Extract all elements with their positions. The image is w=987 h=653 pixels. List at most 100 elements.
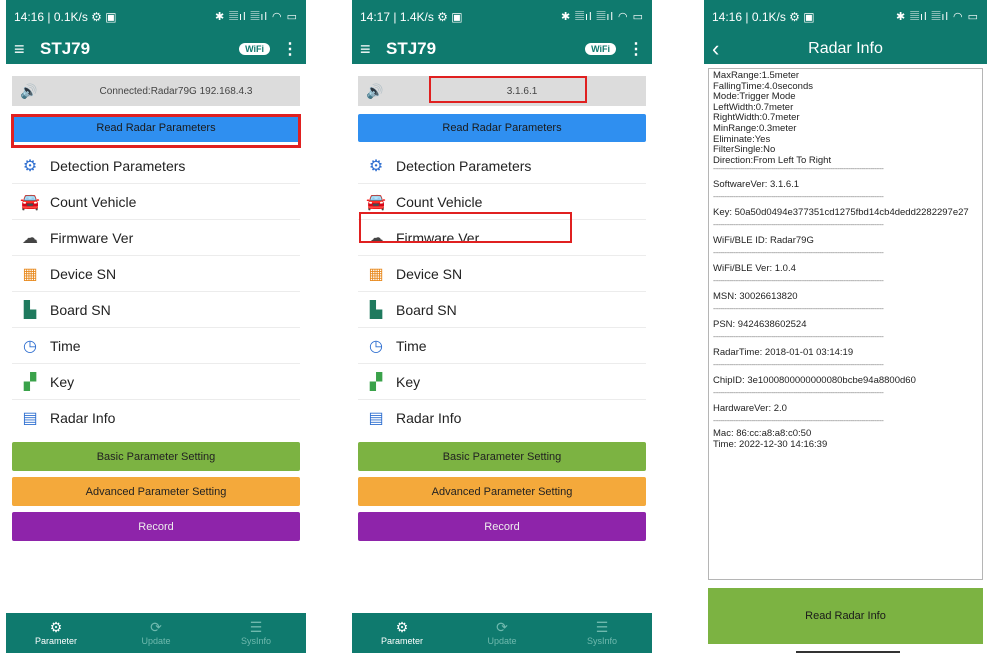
chat-icon: ▤ (368, 410, 384, 427)
connection-bar: 🔊 Connected:Radar79G 192.168.4.3 (12, 76, 300, 106)
menu-item-label: Count Vehicle (50, 193, 137, 210)
menu-item-detection-parameters[interactable]: ⚙ Detection Parameters (358, 148, 646, 184)
wifi-icon[interactable]: WiFi (239, 43, 270, 55)
status-icons: ✱ 𝄚ıl 𝄚ıl ◠ ▭ (214, 11, 298, 23)
speaker-icon[interactable]: 🔊 (20, 83, 60, 100)
parameter-menu: ⚙ Detection Parameters 🚘 Count Vehicle ☁… (358, 148, 646, 436)
status-time: 14:17 | 1.4K/s ⚙ ▣ (360, 10, 463, 24)
menu-item-label: Board SN (50, 301, 111, 318)
status-bar: 14:17 | 1.4K/s ⚙ ▣ ✱ 𝄚ıl 𝄚ıl ◠ ▭ (352, 0, 652, 34)
radar-info-textbox[interactable]: MaxRange:1.5meter FallingTime:4.0seconds… (708, 68, 983, 580)
status-icons: ✱ 𝄚ıl 𝄚ıl ◠ ▭ (560, 11, 644, 23)
menu-item-label: Key (50, 373, 75, 390)
separator: ----------------------------------------… (713, 278, 884, 286)
menu-item-label: Detection Parameters (50, 157, 186, 174)
menu-item-firmware-ver[interactable]: ☁ Firmware Ver (12, 220, 300, 256)
update-icon: ⟳ (496, 619, 508, 635)
sliders-icon: ☰ (595, 619, 609, 635)
info-line: MaxRange:1.5meter (713, 70, 800, 81)
nav-tab-label: Parameter (34, 636, 78, 646)
separator: ----------------------------------------… (713, 194, 884, 202)
separator: ----------------------------------------… (713, 390, 884, 398)
cloud-icon: ☁ (22, 229, 38, 247)
update-icon: ⟳ (150, 619, 162, 635)
menu-item-label: Detection Parameters (396, 157, 532, 174)
info-line: Key: 50a50d0494e377351cd1275fbd14cb4dedd… (713, 207, 969, 219)
basic-parameter-setting-button[interactable]: Basic Parameter Setting (358, 442, 646, 471)
wifi-icon[interactable]: WiFi (585, 43, 616, 55)
phone-screen-parameters: 14:16 | 0.1K/s ⚙ ▣ ✱ 𝄚ıl 𝄚ıl ◠ ▭ ≡ STJ79… (6, 0, 306, 653)
nav-tab-update[interactable]: ⟳ Update (452, 613, 552, 653)
separator: ----------------------------------------… (713, 222, 884, 230)
nav-tab-parameter[interactable]: ⚙ Parameter (352, 613, 452, 653)
speaker-icon[interactable]: 🔊 (366, 83, 406, 100)
menu-item-count-vehicle[interactable]: 🚘 Count Vehicle (358, 184, 646, 220)
menu-item-device-sn[interactable]: ▦ Device SN (358, 256, 646, 292)
parameter-menu: ⚙ Detection Parameters 🚘 Count Vehicle ☁… (12, 148, 300, 436)
status-bar: 14:16 | 0.1K/s ⚙ ▣ ✱ 𝄚ıl 𝄚ıl ◠ ▭ (6, 0, 306, 34)
menu-item-time[interactable]: ◷ Time (358, 328, 646, 364)
info-line: WiFi/BLE Ver: 1.0.4 (713, 263, 796, 275)
board-icon: ▙ (369, 301, 383, 319)
status-time: 14:16 | 0.1K/s ⚙ ▣ (712, 10, 815, 24)
menu-item-key[interactable]: ▞ Key (358, 364, 646, 400)
nav-tab-parameter[interactable]: ⚙ Parameter (6, 613, 106, 653)
record-button[interactable]: Record (12, 512, 300, 541)
clock-icon: ◷ (23, 337, 37, 355)
separator: ----------------------------------------… (713, 306, 884, 314)
advanced-parameter-setting-button[interactable]: Advanced Parameter Setting (358, 477, 646, 506)
gear-icon: ⚙ (368, 157, 384, 175)
more-options-icon[interactable]: ⋮ (282, 39, 298, 59)
app-bar: ‹ Radar Info (704, 34, 987, 64)
read-radar-info-button[interactable]: Read Radar Info (708, 588, 983, 644)
basic-parameter-setting-button[interactable]: Basic Parameter Setting (12, 442, 300, 471)
nav-tab-sysinfo[interactable]: ☰ SysInfo (206, 613, 306, 653)
more-options-icon[interactable]: ⋮ (628, 39, 644, 59)
menu-item-time[interactable]: ◷ Time (12, 328, 300, 364)
info-line: Direction:From Left To Right (713, 154, 832, 166)
menu-item-key[interactable]: ▞ Key (12, 364, 300, 400)
app-title: STJ79 (40, 39, 91, 58)
car-icon: 🚘 (20, 193, 40, 211)
menu-item-radar-info[interactable]: ▤ Radar Info (358, 400, 646, 436)
info-line: WiFi/BLE ID: Radar79G (713, 235, 814, 247)
menu-item-label: Time (396, 337, 427, 354)
menu-item-device-sn[interactable]: ▦ Device SN (12, 256, 300, 292)
menu-item-label: Time (50, 337, 81, 354)
chat-icon: ▤ (22, 410, 38, 427)
connection-status: Connected:Radar79G 192.168.4.3 (99, 85, 253, 97)
menu-item-firmware-ver[interactable]: ☁ Firmware Ver (358, 220, 646, 256)
nav-tab-label: Update (487, 636, 517, 646)
menu-item-label: Firmware Ver (396, 229, 480, 246)
info-line: HardwareVer: 2.0 (713, 403, 787, 415)
status-icons: ✱ 𝄚ıl 𝄚ıl ◠ ▭ (895, 11, 979, 23)
nav-tab-sysinfo[interactable]: ☰ SysInfo (552, 613, 652, 653)
nav-tab-label: SysInfo (240, 636, 271, 646)
read-radar-parameters-button[interactable]: Read Radar Parameters (358, 114, 646, 142)
bottom-navigation: ⚙ Parameter ⟳ Update ☰ SysInfo (352, 613, 652, 653)
read-radar-parameters-button[interactable]: Read Radar Parameters (12, 114, 300, 142)
firmware-version-display: 3.1.6.1 (506, 85, 538, 97)
menu-item-label: Firmware Ver (50, 229, 134, 246)
nav-tab-label: SysInfo (586, 636, 617, 646)
info-line: SoftwareVer: 3.1.6.1 (713, 179, 800, 191)
menu-item-detection-parameters[interactable]: ⚙ Detection Parameters (12, 148, 300, 184)
separator: ----------------------------------------… (713, 166, 884, 174)
clock-icon: ◷ (369, 337, 383, 355)
phone-screen-radar-info: 14:16 | 0.1K/s ⚙ ▣ ✱ 𝄚ıl 𝄚ıl ◠ ▭ ‹ Radar… (704, 0, 987, 653)
menu-icon[interactable]: ≡ (360, 39, 386, 60)
advanced-parameter-setting-button[interactable]: Advanced Parameter Setting (12, 477, 300, 506)
settings-icon: ⚙ (395, 619, 409, 635)
gear-icon: ⚙ (22, 157, 38, 175)
menu-item-board-sn[interactable]: ▙ Board SN (12, 292, 300, 328)
record-button[interactable]: Record (358, 512, 646, 541)
app-bar: ≡ STJ79 WiFi ⋮ (6, 34, 306, 64)
connection-bar: 🔊 3.1.6.1 (358, 76, 646, 106)
car-icon: 🚘 (366, 193, 386, 211)
back-arrow-icon[interactable]: ‹ (712, 36, 752, 62)
menu-item-board-sn[interactable]: ▙ Board SN (358, 292, 646, 328)
menu-item-radar-info[interactable]: ▤ Radar Info (12, 400, 300, 436)
nav-tab-update[interactable]: ⟳ Update (106, 613, 206, 653)
menu-icon[interactable]: ≡ (14, 39, 40, 60)
menu-item-count-vehicle[interactable]: 🚘 Count Vehicle (12, 184, 300, 220)
